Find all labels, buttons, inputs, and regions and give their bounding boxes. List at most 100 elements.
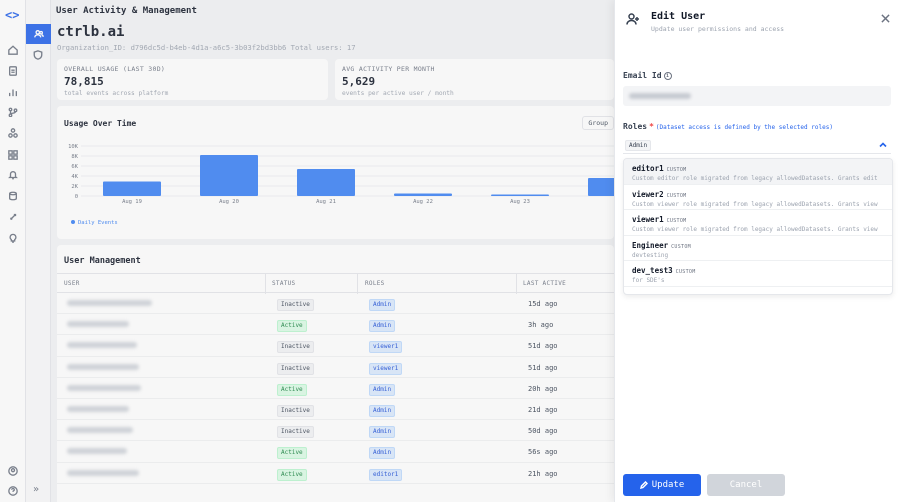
option-tag: CUSTOM [666, 167, 687, 173]
expand-sidebar-icon[interactable]: » [33, 484, 39, 495]
last-active: 3h ago [528, 321, 554, 330]
user-profile-icon[interactable] [6, 464, 20, 478]
role-option-viewer2[interactable]: viewer2 CUSTOM Custom viewer role migrated… [624, 185, 892, 211]
bar [394, 193, 452, 196]
role-badge: editor1 [369, 468, 403, 481]
email-label: Email Id i [623, 71, 672, 80]
last-active: 56s ago [528, 448, 558, 457]
home-icon[interactable] [6, 43, 20, 57]
users-nav-item[interactable] [26, 24, 51, 44]
main-content: User Activity & Management ctrlb.ai Orga… [51, 0, 620, 502]
option-description: Custom viewer role migrated from legacy … [632, 226, 878, 234]
required-marker: * [649, 122, 654, 131]
roles-select[interactable]: Admin [623, 137, 891, 154]
stat-value: 78,815 [64, 75, 104, 88]
table-row[interactable]: Active Admin 20h ago [57, 378, 620, 399]
user-email-redacted [67, 300, 152, 306]
rocket-icon[interactable] [6, 210, 20, 224]
option-tag: CUSTOM [671, 243, 691, 250]
user-email-redacted [67, 363, 139, 370]
update-button[interactable]: Update [623, 474, 701, 496]
shield-icon [33, 50, 43, 60]
roles-label-text: Roles [623, 122, 648, 131]
table-row[interactable]: Inactive viewer1 51d ago [57, 335, 620, 357]
bar-chart-icon[interactable] [6, 85, 20, 99]
role-option-viewer1[interactable]: viewer1 CUSTOM Custom viewer role migrated… [624, 210, 892, 236]
table-body: Inactive Admin 15d ago Active Admin 3h ago Ina… [57, 293, 620, 484]
selected-role-chip[interactable]: Admin [625, 140, 652, 151]
col-divider [357, 274, 358, 294]
option-description: Custom viewer role migrated from legacy … [632, 200, 878, 208]
user-email-redacted [67, 427, 133, 434]
usage-chart-card: Usage Over Time Group 0 2K 4K 6K 8K 10K Aug 19… [57, 106, 614, 239]
branch-icon[interactable] [6, 105, 20, 119]
role-option-engineer[interactable]: Engineer CUSTOM devtesting [624, 236, 892, 262]
logo-icon[interactable]: <> [5, 8, 19, 22]
user-email-redacted [67, 321, 129, 328]
security-nav-item[interactable] [33, 50, 43, 62]
database-icon[interactable] [6, 189, 20, 203]
lightbulb-icon[interactable] [6, 231, 20, 245]
bar [200, 155, 258, 196]
info-icon[interactable]: i [663, 72, 672, 80]
roles-dropdown: editor1 CUSTOM Custom editor role migrated… [623, 158, 893, 295]
users-table: USER STATUS ROLES LAST ACTIVE Inactive Ad… [57, 273, 620, 484]
user-email-redacted [67, 405, 129, 412]
role-option-dev-test3[interactable]: dev_test3 CUSTOM for SDE's [624, 261, 892, 287]
email-field[interactable] [623, 86, 891, 106]
stat-label: OVERALL USAGE (LAST 30D) [64, 65, 166, 73]
y-tick-label: 6K [71, 164, 78, 170]
option-name-text: dev_test3 [632, 266, 673, 276]
option-name: editor1 CUSTOM [632, 164, 686, 173]
table-row[interactable]: Active editor1 21h ago [57, 463, 620, 484]
status-badge: Inactive [277, 362, 314, 375]
cluster-icon[interactable] [6, 126, 20, 140]
role-badge: Admin [369, 426, 396, 439]
x-tick-label: Aug 19 [122, 199, 142, 205]
role-badge: Admin [369, 383, 396, 396]
role-badge: Admin [369, 447, 396, 460]
table-row[interactable]: Inactive Admin 50d ago [57, 420, 620, 442]
table-header: USER STATUS ROLES LAST ACTIVE [57, 273, 620, 294]
chevron-up-icon[interactable] [879, 141, 887, 151]
col-divider [265, 274, 266, 294]
cancel-button[interactable]: Cancel [707, 474, 785, 496]
cancel-label: Cancel [729, 480, 763, 490]
role-badge: Admin [369, 404, 396, 417]
role-badge: Admin [369, 299, 396, 311]
user-email-redacted [67, 384, 141, 391]
stat-sub: total events across platform [64, 90, 169, 97]
panel-title: Edit User [651, 11, 706, 22]
role-option-editor1[interactable]: editor1 CUSTOM Custom editor role migrated… [624, 159, 892, 185]
table-row[interactable]: Active Admin 3h ago [57, 314, 620, 336]
option-description: Custom editor role migrated from legacy … [632, 175, 878, 182]
help-icon[interactable] [6, 484, 20, 498]
option-name: dev_test3 CUSTOM [632, 266, 696, 275]
status-badge: Inactive [277, 426, 314, 439]
table-row[interactable]: Inactive Admin 21d ago [57, 399, 620, 421]
last-active: 50d ago [528, 427, 558, 436]
bar [103, 181, 161, 196]
last-active: 21d ago [528, 405, 558, 414]
x-tick-label: Aug 21 [316, 199, 336, 205]
org-meta: Organization_ID: d796dc5d-b4eb-4d1a-a6c5… [57, 43, 356, 52]
document-icon[interactable] [6, 64, 20, 78]
roles-label: Roles * (Dataset access is defined by the … [623, 122, 833, 131]
panel-subtitle: Update user permissions and access [651, 25, 785, 33]
table-row[interactable]: Active Admin 56s ago [57, 441, 620, 463]
user-management-card: User Management USER STATUS ROLES LAST A… [57, 245, 620, 502]
status-badge: Active [277, 383, 307, 396]
bar [297, 169, 355, 196]
stat-label: AVG ACTIVITY PER MONTH [342, 65, 435, 73]
table-row[interactable]: Inactive viewer1 51d ago [57, 357, 620, 378]
bar [588, 178, 614, 196]
status-badge: Active [277, 468, 307, 481]
close-icon[interactable] [881, 14, 891, 24]
option-name: Engineer CUSTOM [632, 241, 691, 250]
status-badge: Inactive [277, 341, 314, 354]
table-row[interactable]: Inactive Admin 15d ago [57, 293, 620, 315]
grid-icon[interactable] [6, 148, 20, 162]
bell-icon[interactable] [6, 168, 20, 182]
option-name-text: viewer1 [632, 215, 664, 225]
role-badge: Admin [369, 320, 396, 333]
